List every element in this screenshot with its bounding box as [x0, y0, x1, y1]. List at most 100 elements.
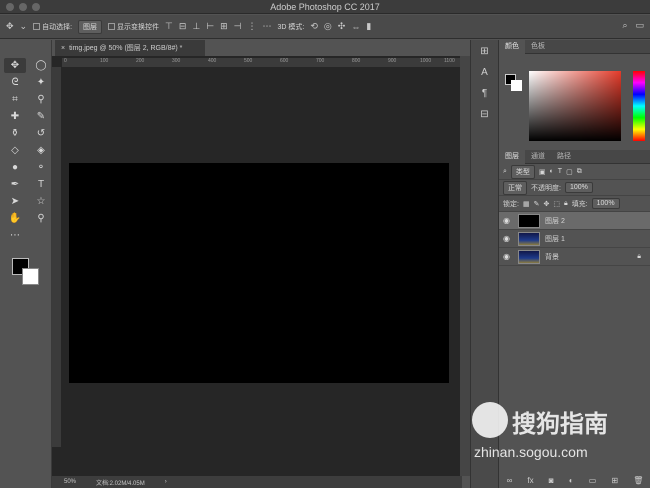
watermark: 搜狗指南 zhinan.sogou.com	[468, 398, 648, 462]
close-icon[interactable]: ×	[61, 45, 65, 52]
layer-filter-dropdown[interactable]: 类型	[510, 164, 535, 179]
properties-panel-icon[interactable]: ⊟	[474, 109, 496, 124]
fx-icon[interactable]: fx	[527, 476, 533, 485]
color-swatches[interactable]	[12, 258, 42, 288]
align-bottom-icon[interactable]: ⊥	[192, 21, 200, 32]
align-right-icon[interactable]: ⊣	[234, 21, 242, 32]
paragraph-panel-icon[interactable]: ¶	[474, 88, 496, 103]
filter-smart-icon[interactable]: ⧉	[577, 168, 582, 176]
pen-tool-icon[interactable]: ✒	[4, 177, 26, 192]
chevron-down-icon[interactable]: ⌄	[20, 21, 28, 32]
window-controls[interactable]	[6, 3, 40, 11]
rotate-3d-icon[interactable]: ⟲	[310, 21, 318, 32]
layer-thumbnail	[518, 231, 540, 246]
minimize-window-button[interactable]	[19, 3, 27, 11]
align-center-icon[interactable]: ⊞	[220, 21, 228, 32]
auto-select-label: 自动选择:	[42, 23, 73, 31]
toolbox: ✥ ◯ ᘓ ✦ ⌗ ⚲ ✚ ✎ ⚱ ↺ ◇ ◈ ● ⚬ ✒ T ➤ ☆ ✋ ⚲ …	[0, 40, 52, 488]
ruler-tick: 400	[208, 58, 217, 64]
fill-input[interactable]: 100%	[591, 198, 620, 209]
tab-channels[interactable]: 通道	[525, 150, 551, 164]
background-swatch[interactable]	[22, 268, 39, 285]
tab-paths[interactable]: 路径	[551, 150, 577, 164]
opacity-input[interactable]: 100%	[564, 182, 593, 193]
align-left-icon[interactable]: ⊢	[206, 21, 214, 32]
dodge-tool-icon[interactable]: ⚬	[30, 160, 52, 175]
ruler-tick: 700	[316, 58, 325, 64]
lasso-tool-icon[interactable]: ᘓ	[4, 75, 26, 90]
healing-brush-icon[interactable]: ✚	[4, 109, 26, 124]
shape-tool-icon[interactable]: ☆	[30, 194, 52, 209]
lock-all-icon[interactable]: 🔒︎	[564, 200, 568, 208]
distribute-icon[interactable]: ⋮	[248, 21, 257, 32]
layer-row[interactable]: ◉ 图层 1	[499, 230, 650, 248]
blend-mode-dropdown[interactable]: 正常	[503, 180, 527, 195]
layer-row[interactable]: ◉ 图层 2	[499, 212, 650, 230]
tab-color[interactable]: 颜色	[499, 39, 525, 54]
brush-tool-icon[interactable]: ✎	[30, 109, 52, 124]
align-middle-icon[interactable]: ⊟	[179, 21, 187, 32]
lock-pixels-icon[interactable]: ✎	[534, 200, 540, 208]
document-tab[interactable]: × timg.jpeg @ 50% (图层 2, RGB/8#) *	[55, 40, 205, 56]
distribute-h-icon[interactable]: ⋯	[263, 21, 272, 32]
history-brush-icon[interactable]: ↺	[30, 126, 52, 141]
drag-3d-icon[interactable]: ✣	[338, 21, 346, 32]
marquee-tool-icon[interactable]: ◯	[30, 58, 52, 73]
zoom-level[interactable]: 50%	[64, 479, 76, 485]
color-panel-tabs: 颜色 色板	[499, 39, 650, 54]
search-icon[interactable]: ⌕	[622, 20, 627, 31]
path-select-icon[interactable]: ➤	[4, 194, 26, 209]
layer-row[interactable]: ◉ 背景 🔒︎	[499, 248, 650, 266]
auto-select-checkbox[interactable]: 自动选择:	[33, 22, 72, 32]
eyedropper-icon[interactable]: ⚲	[30, 92, 52, 107]
eye-icon[interactable]: ◉	[503, 234, 513, 243]
new-layer-icon[interactable]: ⊞	[611, 476, 618, 485]
eye-icon[interactable]: ◉	[503, 216, 513, 225]
background-color-chip[interactable]	[511, 80, 522, 91]
adjustment-layer-icon[interactable]: ◐	[569, 476, 574, 485]
show-transform-checkbox[interactable]: 显示变换控件	[108, 22, 159, 32]
move-tool-icon[interactable]: ✥	[4, 58, 26, 73]
link-layers-icon[interactable]: ∞	[507, 476, 513, 485]
auto-select-dropdown[interactable]: 图层	[78, 19, 103, 34]
hand-tool-icon[interactable]: ✋	[4, 211, 26, 226]
layer-name: 背景	[545, 253, 559, 261]
roll-3d-icon[interactable]: ◎	[324, 21, 332, 32]
tab-swatches[interactable]: 色板	[525, 40, 551, 54]
filter-shape-icon[interactable]: ▢	[566, 168, 573, 176]
chevron-right-icon[interactable]: ›	[165, 479, 167, 485]
eye-icon[interactable]: ◉	[503, 252, 513, 261]
slide-3d-icon[interactable]: ⇔	[351, 22, 360, 32]
lock-artboard-icon[interactable]: ⬚	[553, 200, 560, 208]
zoom-window-button[interactable]	[32, 3, 40, 11]
workspace-icon[interactable]: ▭	[635, 20, 644, 31]
trash-icon[interactable]: 🗑︎	[633, 476, 643, 485]
align-top-icon[interactable]: ⊤	[165, 21, 173, 32]
color-picker-field[interactable]	[529, 71, 621, 141]
history-panel-icon[interactable]: ⊞	[474, 46, 496, 61]
move-tool-icon[interactable]: ✥	[6, 21, 14, 32]
hue-slider[interactable]	[633, 71, 645, 141]
document-canvas[interactable]	[69, 163, 449, 383]
crop-tool-icon[interactable]: ⌗	[4, 92, 26, 107]
scale-3d-icon[interactable]: ▮	[366, 21, 371, 32]
eraser-icon[interactable]: ◇	[4, 143, 26, 158]
add-mask-icon[interactable]: ◙	[549, 476, 554, 485]
filter-type-icon[interactable]: T	[558, 168, 562, 175]
tab-layers[interactable]: 图层	[499, 149, 525, 164]
new-group-icon[interactable]: ▭	[589, 476, 597, 485]
zoom-tool-icon[interactable]: ⚲	[30, 211, 52, 226]
paint-bucket-icon[interactable]: ◈	[30, 143, 52, 158]
lock-position-icon[interactable]: ✥	[543, 200, 549, 208]
close-window-button[interactable]	[6, 3, 14, 11]
clone-stamp-icon[interactable]: ⚱	[4, 126, 26, 141]
magic-wand-icon[interactable]: ✦	[30, 75, 52, 90]
filter-image-icon[interactable]: ▣	[539, 168, 546, 176]
more-tools-icon[interactable]: ⋯	[4, 228, 26, 243]
type-tool-icon[interactable]: T	[30, 177, 52, 192]
character-panel-icon[interactable]: A	[474, 67, 496, 82]
filter-adjust-icon[interactable]: ◐	[550, 168, 554, 175]
blur-tool-icon[interactable]: ●	[4, 160, 26, 175]
ruler-tick: 200	[136, 58, 145, 64]
lock-transparent-icon[interactable]: ▦	[523, 200, 530, 208]
